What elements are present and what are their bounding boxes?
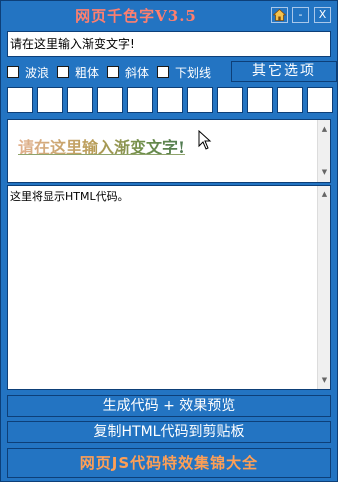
app-title: 网页千色字V3.5 [75,7,197,25]
generate-preview-button[interactable]: 生成代码 + 效果预览 [7,395,331,417]
preview-scrollbar[interactable]: ▲ ▼ [317,120,330,182]
italic-checkbox[interactable] [107,66,119,78]
option-italic[interactable]: 斜体 [107,64,149,80]
color-swatch[interactable] [67,87,93,113]
color-swatch[interactable] [247,87,273,113]
color-swatch[interactable] [127,87,153,113]
code-text: 这里将显示HTML代码。 [10,190,129,203]
color-swatch[interactable] [157,87,183,113]
html-code-area[interactable]: 这里将显示HTML代码。 ▲ ▼ [7,185,331,390]
preview-pane: 请在这里输入渐变文字! ▲ ▼ [7,119,331,183]
scroll-down-icon[interactable]: ▼ [319,167,330,178]
other-options-button[interactable]: 其它选项 [231,61,337,82]
color-swatch[interactable] [37,87,63,113]
title-bar: 网页千色字V3.5 - X [1,1,337,29]
option-underline[interactable]: 下划线 [157,64,211,80]
copy-html-button[interactable]: 复制HTML代码到剪贴板 [7,421,331,443]
underline-label: 下划线 [175,65,212,80]
style-options-row: 波浪 粗体 斜体 下划线 其它选项 [7,61,337,83]
color-swatch[interactable] [277,87,303,113]
underline-checkbox[interactable] [157,66,169,78]
color-swatch[interactable] [97,87,123,113]
home-button[interactable] [271,7,288,23]
app-window: 网页千色字V3.5 - X 请在这里输入渐变文字! 波浪 粗体 斜体 下划线 其… [0,0,338,482]
scroll-up-icon[interactable]: ▲ [319,189,330,200]
code-scrollbar[interactable]: ▲ ▼ [317,186,330,389]
wave-checkbox[interactable] [7,66,19,78]
color-swatches [7,87,333,113]
bold-checkbox[interactable] [57,66,69,78]
option-wave[interactable]: 波浪 [7,64,49,80]
color-swatch[interactable] [7,87,33,113]
js-effects-collection-button[interactable]: 网页JS代码特效集锦大全 [7,448,331,478]
minimize-button[interactable]: - [292,7,309,23]
wave-label: 波浪 [25,65,50,80]
mouse-cursor-icon [198,130,212,150]
text-input[interactable]: 请在这里输入渐变文字! [7,31,331,57]
color-swatch[interactable] [217,87,243,113]
scroll-up-icon[interactable]: ▲ [319,124,330,135]
italic-label: 斜体 [125,65,150,80]
color-swatch[interactable] [307,87,333,113]
home-icon [272,8,287,21]
bold-label: 粗体 [75,65,100,80]
color-swatch[interactable] [187,87,213,113]
scroll-down-icon[interactable]: ▼ [319,375,330,386]
close-button[interactable]: X [314,7,331,23]
preview-text: 请在这里输入渐变文字! [18,134,185,158]
option-bold[interactable]: 粗体 [57,64,99,80]
